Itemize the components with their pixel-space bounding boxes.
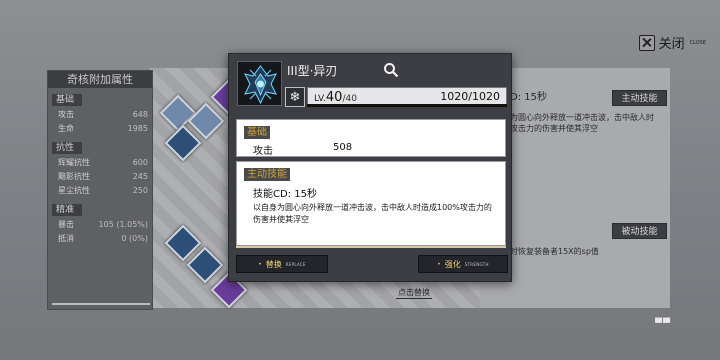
- attribute-label: 生命: [58, 124, 74, 133]
- attribute-row: 暴击 105 (1.05%): [48, 218, 152, 232]
- attribute-row: 星尘抗性 250: [48, 184, 152, 198]
- attribute-value: 0 (0%): [121, 234, 148, 243]
- background-passive-skill-tag: 被动技能: [612, 223, 667, 239]
- level-progress-track: [307, 104, 507, 107]
- background-skill-cd: D: 15秒: [510, 92, 547, 103]
- skill-description: 以自身为圆心向外释放一道冲击波，击中敌人时造成100%攻击力的伤害并使其浮空: [253, 203, 492, 224]
- background-skill-panel: D: 15秒 主动技能 为圆心向外释放一道冲击波，击中敌人时 攻击力的伤害并使其…: [505, 88, 670, 298]
- attribute-row: 黯影抗性 245: [48, 170, 152, 184]
- level-readout: LV.40/40: [314, 90, 357, 105]
- attribute-value: 245: [132, 172, 148, 181]
- tap-to-replace-hint[interactable]: 点击替换: [396, 287, 432, 299]
- gold-divider: [236, 246, 506, 248]
- close-sub-label: CLOSE: [689, 39, 706, 46]
- level-bar: LV.40/40 1020/1020: [307, 87, 507, 105]
- chip-avatar-icon: [237, 61, 282, 106]
- corner-marks: ▀▀: [655, 319, 671, 329]
- search-icon[interactable]: [383, 62, 399, 78]
- strength-button-sub: STRENGTH: [464, 261, 489, 267]
- attribute-row: 辉耀抗性 600: [48, 156, 152, 170]
- attribute-panel: 奇核附加属性 基础 攻击 648 生命 1985 抗性 辉耀抗性 600 黯影抗性 24…: [47, 70, 153, 310]
- hp-value: 1020/1020: [440, 90, 500, 103]
- background-active-skill-tag: 主动技能: [612, 90, 667, 106]
- button-dot-icon: •: [258, 260, 262, 268]
- background-skill-desc-line2: 攻击力的伤害并使其浮空: [510, 124, 598, 133]
- attribute-value: 600: [132, 158, 148, 167]
- level-value: 40: [325, 90, 343, 105]
- attribute-row: 攻击 648: [48, 108, 152, 122]
- attribute-row: 抵消 0 (0%): [48, 232, 152, 246]
- level-max: /40: [342, 94, 357, 104]
- button-dot-icon: •: [437, 260, 441, 268]
- level-progress-fill: [307, 104, 507, 107]
- close-label[interactable]: 关闭: [659, 33, 685, 52]
- attribute-label: 抵消: [58, 234, 74, 243]
- skill-section-header: 主动技能: [244, 168, 290, 181]
- snowflake-icon: ❄: [285, 87, 305, 107]
- attribute-label: 暴击: [58, 220, 74, 229]
- background-passive-desc: 时恢复装备者15X的sp值: [510, 247, 599, 256]
- close-control[interactable]: 关闭 CLOSE: [638, 33, 706, 52]
- attribute-value: 105 (1.05%): [98, 220, 148, 229]
- level-prefix: LV.: [314, 94, 326, 104]
- chip-name: III型·异刃: [287, 64, 338, 78]
- replace-button[interactable]: • 替换 REPLACE: [236, 255, 328, 273]
- base-stat-name: 攻击: [253, 146, 273, 157]
- attribute-label: 攻击: [58, 110, 74, 119]
- attribute-value: 648: [132, 110, 148, 119]
- base-stats-box: 基础 攻击 508: [236, 119, 506, 157]
- attribute-panel-title: 奇核附加属性: [48, 71, 152, 88]
- attribute-label: 星尘抗性: [58, 186, 90, 195]
- strength-button-label: 强化: [444, 259, 461, 269]
- attribute-section-header: 基础: [52, 94, 82, 106]
- attribute-section-header: 精准: [52, 204, 82, 216]
- attribute-value: 1985: [127, 124, 148, 133]
- base-stat-value: 508: [333, 142, 353, 153]
- base-stat-row: 攻击 508: [253, 142, 505, 157]
- base-section-header: 基础: [244, 126, 270, 139]
- attribute-label: 黯影抗性: [58, 172, 90, 181]
- replace-button-sub: REPLACE: [285, 261, 306, 267]
- chip-detail-modal: III型·异刃 ❄ LV.40/40 1020/1020 基础 攻击 508 主…: [228, 53, 512, 282]
- attribute-label: 辉耀抗性: [58, 158, 90, 167]
- attribute-row: 生命 1985: [48, 122, 152, 136]
- active-skill-box: 主动技能 技能CD: 15秒 以自身为圆心向外释放一道冲击波，击中敌人时造成10…: [236, 161, 506, 246]
- attribute-value: 250: [132, 186, 148, 195]
- attribute-panel-divider: [52, 303, 150, 305]
- attribute-section-header: 抗性: [52, 142, 82, 154]
- close-icon[interactable]: [638, 34, 655, 51]
- background-skill-desc-line1: 为圆心向外释放一道冲击波，击中敌人时: [510, 113, 654, 122]
- skill-cooldown: 技能CD: 15秒: [253, 189, 317, 200]
- strength-button[interactable]: • 强化 STRENGTH: [418, 255, 508, 273]
- replace-button-label: 替换: [265, 259, 282, 269]
